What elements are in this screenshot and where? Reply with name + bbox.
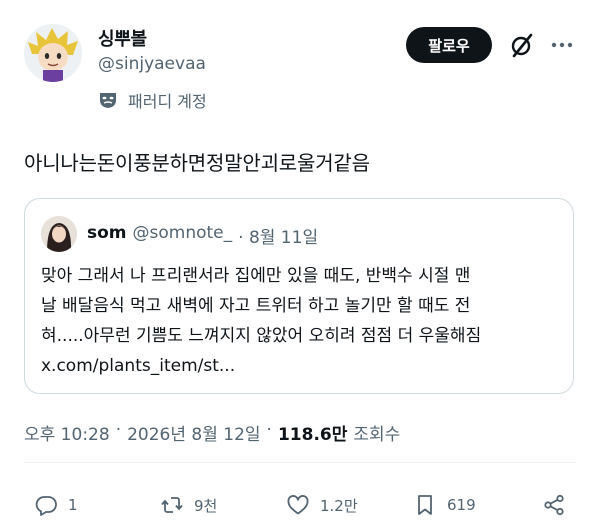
tweet-date[interactable]: 2026년 8월 12일 [127,420,260,445]
grok-slash-icon[interactable] [508,31,536,59]
more-dots-icon[interactable] [548,31,576,59]
bookmark-button[interactable]: 619 [413,493,476,517]
quoted-tweet[interactable]: som @somnote_ · 8월 11일 맞아 그래서 나 프리랜서라 집에… [24,198,574,394]
tweet-text: 아니나는돈이풍분하면정말안괴로울거같음 [24,151,370,175]
quote-author-avatar[interactable] [41,216,77,252]
avatar-figure-icon [24,24,82,82]
divider [24,462,576,463]
parody-label: 패러디 계정 [98,88,207,112]
view-count: 118.6만 [277,425,348,445]
quote-date[interactable]: · 8월 11일 [238,223,318,248]
heart-icon [287,495,309,515]
tweet-meta: 오후 10:28 · 2026년 8월 12일 · 118.6만 조회수 [24,420,400,445]
meta-separator: · [115,420,122,440]
author-display-name[interactable]: 싱뿌볼 [98,25,147,51]
view-count-label: 조회수 [353,425,401,445]
parody-mask-icon [100,93,116,108]
reply-count: 1 [68,496,78,514]
bookmark-icon [418,495,432,515]
quote-line: 맞아 그래서 나 프리랜서라 집에만 있을 때도, 반백수 시절 맨 [41,266,471,286]
quote-body: 맞아 그래서 나 프리랜서라 집에만 있을 때도, 반백수 시절 맨 날 배달음… [41,261,561,381]
bookmark-count: 619 [447,496,476,514]
parody-label-text: 패러디 계정 [128,92,207,111]
quote-author-handle[interactable]: @somnote_ [133,223,233,248]
repost-icon [161,497,183,513]
share-icon [544,494,564,516]
repost-button[interactable]: 9천 [160,493,217,517]
author-handle[interactable]: @sinjyaevaa [98,54,206,74]
like-button[interactable]: 1.2만 [286,493,358,517]
reply-bubble-icon [35,496,57,516]
follow-button[interactable]: 팔로우 [406,27,492,63]
quote-link[interactable]: x.com/plants_item/st... [41,351,561,381]
quote-line: 날 배달음식 먹고 새벽에 자고 트위터 하고 놀기만 할 때도 전 [41,296,471,316]
tweet-time[interactable]: 오후 10:28 [24,420,110,445]
quote-author-name[interactable]: som [87,223,127,248]
share-button[interactable] [542,493,566,517]
quote-header: som @somnote_ · 8월 11일 [87,223,318,248]
avatar-person-icon [41,216,77,252]
reply-button[interactable]: 1 [34,493,78,517]
repost-count: 9천 [194,496,218,515]
meta-separator: · [266,420,272,440]
like-count: 1.2만 [320,496,358,515]
author-avatar[interactable] [24,24,82,82]
quote-line: 혀.....아무런 기쁨도 느껴지지 않았어 오히려 점점 더 우울해짐 [41,326,482,346]
